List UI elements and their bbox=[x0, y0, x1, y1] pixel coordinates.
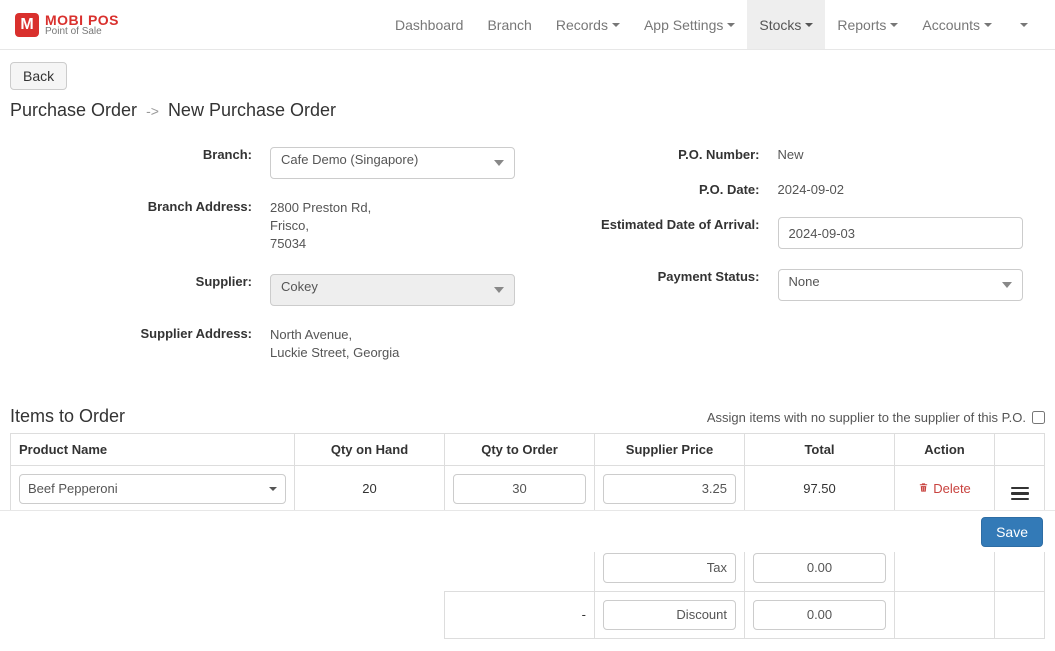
discount-label-input bbox=[603, 600, 736, 630]
nav-stocks-label: Stocks bbox=[759, 17, 801, 33]
branch-address-value: 2800 Preston Rd, Frisco, 75034 bbox=[270, 193, 528, 254]
col-action: Action bbox=[895, 433, 995, 465]
items-section-title: Items to Order bbox=[10, 406, 125, 427]
supplier-address-label: Supplier Address: bbox=[10, 320, 270, 341]
col-product: Product Name bbox=[11, 433, 295, 465]
chevron-down-icon bbox=[269, 487, 277, 491]
nav-dashboard[interactable]: Dashboard bbox=[383, 0, 476, 49]
assign-supplier-label: Assign items with no supplier to the sup… bbox=[707, 410, 1026, 425]
po-date-value: 2024-09-02 bbox=[778, 176, 1046, 197]
eta-input[interactable] bbox=[778, 217, 1023, 249]
chevron-down-icon bbox=[727, 23, 735, 27]
chevron-down-icon bbox=[1020, 23, 1028, 27]
nav-records-label: Records bbox=[556, 17, 608, 33]
nav-app-settings-label: App Settings bbox=[644, 17, 723, 33]
tax-label-input bbox=[603, 553, 736, 583]
qty-on-hand-value: 20 bbox=[295, 465, 445, 512]
branch-label: Branch: bbox=[10, 141, 270, 162]
page-content: Back Purchase Order -> New Purchase Orde… bbox=[0, 50, 1055, 651]
breadcrumb-root: Purchase Order bbox=[10, 100, 137, 120]
nav-records[interactable]: Records bbox=[544, 0, 632, 49]
nav-branch[interactable]: Branch bbox=[475, 0, 543, 49]
supplier-address-value: North Avenue, Luckie Street, Georgia bbox=[270, 320, 528, 362]
delete-row-button[interactable]: Delete bbox=[918, 481, 971, 496]
logo-badge-icon: M bbox=[15, 13, 39, 37]
breadcrumb-sep: -> bbox=[146, 103, 159, 119]
col-qty-to-order: Qty to Order bbox=[445, 433, 595, 465]
chevron-down-icon bbox=[612, 23, 620, 27]
nav-app-settings[interactable]: App Settings bbox=[632, 0, 747, 49]
col-supplier-price: Supplier Price bbox=[595, 433, 745, 465]
nav-branch-label: Branch bbox=[487, 17, 531, 33]
supplier-label: Supplier: bbox=[10, 268, 270, 289]
form-left-column: Branch: Cafe Demo (Singapore) Branch Add… bbox=[10, 141, 528, 376]
branch-address-line3: 75034 bbox=[270, 235, 528, 253]
supplier-price-input[interactable] bbox=[603, 474, 736, 504]
nav-reports-label: Reports bbox=[837, 17, 886, 33]
nav-accounts[interactable]: Accounts bbox=[910, 0, 1004, 49]
trash-icon bbox=[918, 481, 929, 496]
chevron-down-icon bbox=[805, 23, 813, 27]
branch-select[interactable]: Cafe Demo (Singapore) bbox=[270, 147, 515, 179]
tax-input[interactable] bbox=[753, 553, 886, 583]
logo-text: MOBI POS Point of Sale bbox=[45, 13, 119, 37]
footer-bar: Save bbox=[0, 510, 1055, 552]
po-number-value: New bbox=[778, 141, 1046, 162]
discount-sign: - bbox=[445, 591, 595, 638]
col-qty-on-hand: Qty on Hand bbox=[295, 433, 445, 465]
page-title: Purchase Order -> New Purchase Order bbox=[10, 100, 1045, 121]
nav-reports[interactable]: Reports bbox=[825, 0, 910, 49]
po-number-label: P.O. Number: bbox=[528, 141, 778, 162]
eta-label: Estimated Date of Arrival: bbox=[528, 211, 778, 232]
nav-stocks[interactable]: Stocks bbox=[747, 0, 825, 49]
nav-dashboard-label: Dashboard bbox=[395, 17, 464, 33]
nav-accounts-label: Accounts bbox=[922, 17, 980, 33]
payment-status-select[interactable]: None bbox=[778, 269, 1023, 301]
payment-status-label: Payment Status: bbox=[528, 263, 778, 284]
product-select-value: Beef Pepperoni bbox=[28, 481, 118, 496]
brand-name: MOBI POS bbox=[45, 13, 119, 27]
branch-address-line2: Frisco, bbox=[270, 217, 528, 235]
brand-subtitle: Point of Sale bbox=[45, 27, 119, 37]
breadcrumb-current: New Purchase Order bbox=[168, 100, 336, 120]
chevron-down-icon bbox=[890, 23, 898, 27]
nav-extra[interactable] bbox=[1004, 0, 1040, 49]
supplier-address-line1: North Avenue, bbox=[270, 326, 528, 344]
product-select[interactable]: Beef Pepperoni bbox=[19, 474, 286, 504]
brand-logo[interactable]: M MOBI POS Point of Sale bbox=[15, 13, 119, 37]
back-button[interactable]: Back bbox=[10, 62, 67, 90]
items-section-header: Items to Order Assign items with no supp… bbox=[10, 406, 1045, 427]
form-right-column: P.O. Number: New P.O. Date: 2024-09-02 E… bbox=[528, 141, 1046, 376]
supplier-address-line2: Luckie Street, Georgia bbox=[270, 344, 528, 362]
col-drag bbox=[995, 433, 1045, 465]
branch-address-line1: 2800 Preston Rd, bbox=[270, 199, 528, 217]
table-row: Beef Pepperoni 20 97.50 Delete bbox=[11, 465, 1045, 512]
delete-label: Delete bbox=[933, 481, 971, 496]
po-date-label: P.O. Date: bbox=[528, 176, 778, 197]
po-form: Branch: Cafe Demo (Singapore) Branch Add… bbox=[10, 141, 1045, 376]
branch-address-label: Branch Address: bbox=[10, 193, 270, 214]
supplier-select[interactable]: Cokey bbox=[270, 274, 515, 306]
navbar: M MOBI POS Point of Sale Dashboard Branc… bbox=[0, 0, 1055, 50]
qty-to-order-input[interactable] bbox=[453, 474, 586, 504]
assign-supplier-checkbox[interactable] bbox=[1032, 411, 1045, 424]
drag-handle-icon[interactable] bbox=[1011, 487, 1029, 501]
discount-input[interactable] bbox=[753, 600, 886, 630]
row-total-value: 97.50 bbox=[745, 465, 895, 512]
discount-row: - bbox=[11, 591, 1045, 638]
save-button[interactable]: Save bbox=[981, 517, 1043, 547]
col-total: Total bbox=[745, 433, 895, 465]
main-nav: Dashboard Branch Records App Settings St… bbox=[383, 0, 1040, 49]
chevron-down-icon bbox=[984, 23, 992, 27]
